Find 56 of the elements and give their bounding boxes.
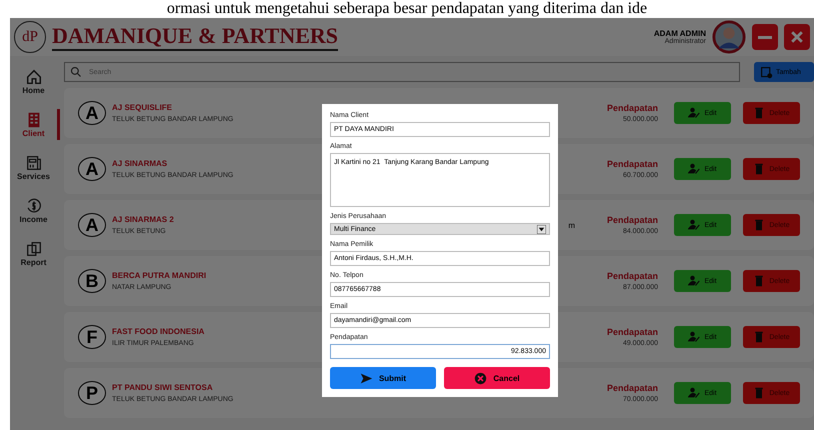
client-name: FAST FOOD INDONESIA [112, 327, 204, 336]
calculator-icon [24, 154, 42, 172]
income-label: Pendapatan [606, 159, 658, 169]
caret-icon [537, 224, 546, 234]
income-label: Pendapatan [606, 271, 658, 281]
covered-text: m [568, 220, 575, 230]
dollar-icon [24, 197, 42, 215]
search-icon [70, 66, 82, 78]
home-icon [24, 68, 42, 86]
avatar-icon [712, 20, 746, 54]
user-edit-icon [688, 219, 700, 231]
sidebar-item[interactable]: Income [10, 195, 60, 226]
sidebar-item[interactable]: Services [10, 152, 60, 183]
user-edit-icon [688, 275, 700, 287]
income-label: Pendapatan [606, 215, 658, 225]
cancel-icon [474, 372, 488, 384]
documents-icon [24, 240, 42, 258]
sidebar-item[interactable]: Client [10, 109, 60, 140]
send-icon [360, 372, 373, 384]
initial-badge: A [78, 157, 106, 181]
app-title: DAMANIQUE & PARTNERS [52, 23, 338, 51]
client-name: PT PANDU SIWI SENTOSA [112, 383, 213, 392]
document-text: ormasi untuk mengetahui seberapa besar pendapatan yang diterima dan ide [166, 0, 648, 18]
close-icon [789, 29, 805, 45]
sidebar-item[interactable]: Report [10, 238, 60, 269]
cancel-button[interactable]: Cancel [444, 367, 550, 389]
user-name: ADAM ADMIN [654, 29, 706, 38]
client-name: AJ SINARMAS [112, 159, 168, 168]
user-edit-icon [688, 387, 700, 399]
trash-icon [753, 163, 766, 175]
client-name: AJ SEQUISLIFE [112, 103, 172, 112]
trash-icon [753, 219, 766, 231]
user-edit-icon [688, 331, 700, 343]
income-label: Pendapatan [606, 103, 658, 113]
client-name: BERCA PUTRA MANDIRI [112, 271, 206, 280]
initial-badge: A [78, 101, 106, 125]
sidebar-item[interactable]: Home [10, 66, 60, 97]
trash-icon [753, 387, 766, 399]
close-button[interactable] [784, 24, 810, 50]
initial-badge: A [78, 213, 106, 237]
initial-badge: P [78, 381, 106, 405]
submit-button[interactable]: Submit [330, 367, 436, 389]
trash-icon [753, 331, 766, 343]
minimize-icon [758, 36, 772, 38]
logo-icon: dP [14, 21, 46, 53]
trash-icon [753, 107, 766, 119]
trash-icon [753, 275, 766, 287]
minimize-button[interactable] [752, 24, 778, 50]
income-label: Pendapatan [606, 327, 658, 337]
initial-badge: F [78, 325, 106, 349]
client-name: AJ SINARMAS 2 [112, 215, 174, 224]
user-edit-icon [688, 163, 700, 175]
income-label: Pendapatan [606, 383, 658, 393]
initial-badge: B [78, 269, 106, 293]
user-edit-icon [688, 107, 700, 119]
document-add-icon [760, 66, 773, 78]
